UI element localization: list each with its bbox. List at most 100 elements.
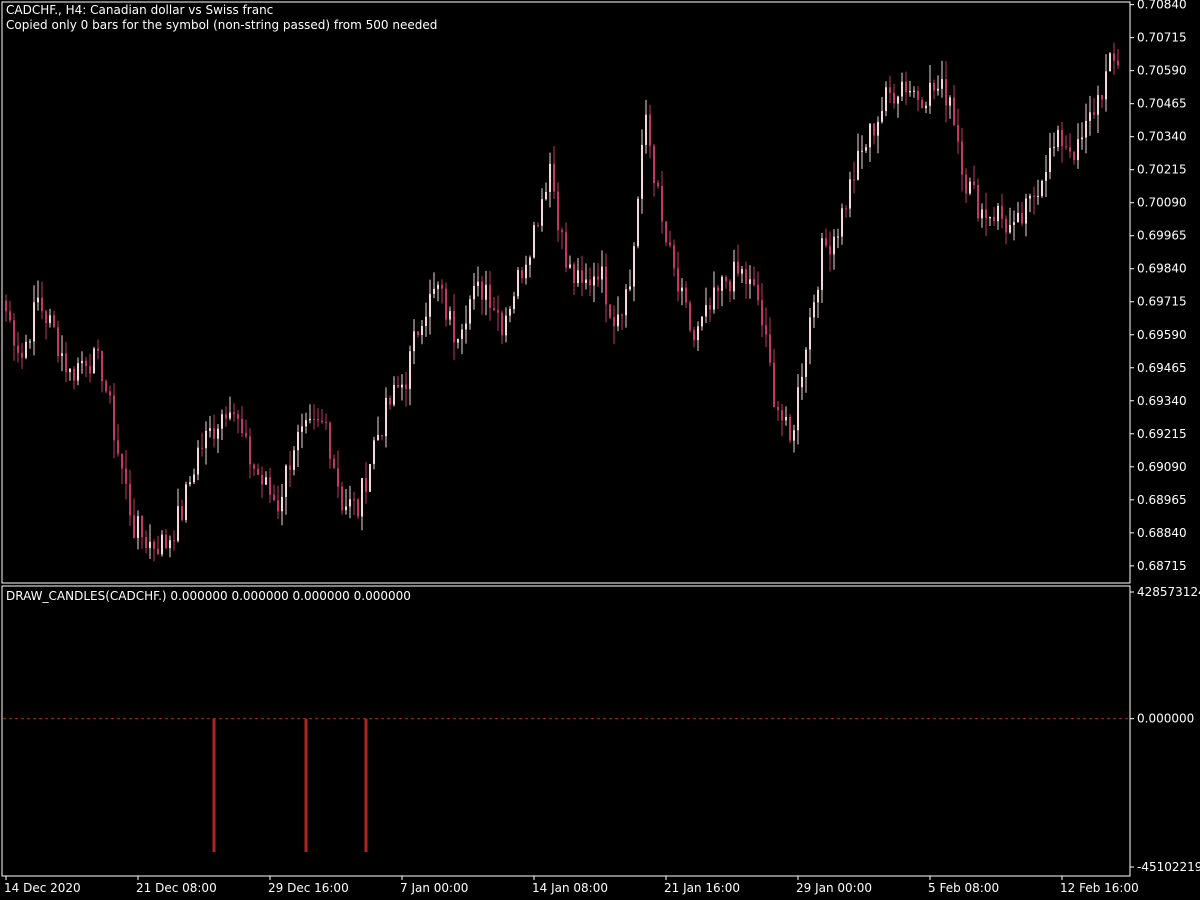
candles-layer (5, 42, 1119, 562)
candle (865, 143, 867, 154)
candle (1105, 54, 1107, 112)
time-tick-label: 29 Dec 16:00 (268, 881, 349, 895)
price-tick-label: 0.70590 (1137, 64, 1187, 78)
candle (101, 350, 103, 393)
price-chart[interactable]: 0.70840 0.70715 0.70590 0.70465 0.70340 0.702… (0, 0, 1200, 900)
candle (453, 294, 455, 361)
symbol-title: CADCHF., H4: Canadian dollar vs Swiss fr… (6, 3, 274, 17)
candle (81, 351, 83, 374)
price-tick-label: 0.69840 (1137, 262, 1187, 276)
candle (825, 228, 827, 248)
candle (17, 331, 19, 363)
price-tick-label: 0.69465 (1137, 361, 1187, 375)
candle (601, 250, 603, 293)
candle (677, 251, 679, 302)
candle (165, 528, 167, 550)
candle (917, 86, 919, 112)
candle (409, 345, 411, 406)
candle (985, 192, 987, 237)
candle (445, 282, 447, 327)
candle (117, 424, 119, 457)
candle (901, 72, 903, 101)
candle (361, 477, 363, 531)
candle (57, 320, 59, 363)
candle (797, 374, 799, 445)
candle (221, 409, 223, 441)
candle (941, 60, 943, 98)
candle (381, 434, 383, 441)
candle (669, 230, 671, 248)
candle (857, 133, 859, 181)
candle (809, 308, 811, 365)
candle (993, 206, 995, 226)
candle (557, 182, 559, 242)
candle (297, 424, 299, 468)
candle (169, 535, 171, 558)
time-tick-label: 14 Jan 08:00 (532, 881, 608, 895)
price-tick-label: 0.69590 (1137, 328, 1187, 342)
indicator-bar (364, 718, 368, 852)
candle (573, 262, 575, 295)
price-tick-label: 0.69215 (1137, 427, 1187, 441)
candle (873, 123, 875, 145)
candle (513, 291, 515, 314)
price-tick-label: 0.68840 (1137, 526, 1187, 540)
candle (197, 440, 199, 481)
indicator-tick-label: 4285731249 (1137, 585, 1200, 599)
candle (713, 271, 715, 314)
candle (209, 415, 211, 438)
indicator-tick-label: -4510221920 (1137, 860, 1200, 874)
candle (537, 222, 539, 228)
candle (389, 395, 391, 410)
candle (33, 285, 35, 356)
time-tick-label: 21 Jan 16:00 (664, 881, 740, 895)
time-tick-label: 21 Dec 08:00 (136, 881, 217, 895)
candle (353, 491, 355, 516)
candle (849, 171, 851, 218)
candle (945, 61, 947, 123)
price-tick-label: 0.70465 (1137, 97, 1187, 111)
candle (673, 239, 675, 277)
indicator-bar (212, 718, 216, 852)
candle (61, 335, 63, 372)
candle (989, 216, 991, 227)
indicator-label: DRAW_CANDLES(CADCHF.) 0.000000 0.000000 … (6, 589, 411, 603)
candle (625, 284, 627, 328)
candle (217, 424, 219, 454)
candle (205, 421, 207, 465)
candle (1017, 201, 1019, 223)
candle (1005, 215, 1007, 245)
candle (1029, 193, 1031, 213)
candle (645, 99, 647, 154)
candle (365, 462, 367, 504)
candle (801, 363, 803, 401)
candle (141, 514, 143, 549)
candle (9, 300, 11, 323)
candle (637, 196, 639, 249)
candle (201, 432, 203, 457)
candle (753, 266, 755, 287)
candle (465, 305, 467, 344)
candle (721, 275, 723, 307)
candle (153, 539, 155, 562)
candle (821, 232, 823, 303)
candle (561, 227, 563, 250)
candle (729, 279, 731, 303)
price-tick-label: 0.68715 (1137, 559, 1187, 573)
candle (233, 403, 235, 422)
candle (705, 287, 707, 323)
candle (717, 284, 719, 309)
candle (185, 481, 187, 523)
candle (737, 244, 739, 277)
candle (285, 464, 287, 515)
candle (37, 280, 39, 311)
candle (1101, 94, 1103, 108)
candle (709, 297, 711, 322)
candle (833, 229, 835, 270)
candle (425, 302, 427, 337)
candle (293, 446, 295, 476)
candle (697, 321, 699, 352)
candle (325, 413, 327, 430)
candle (113, 383, 115, 459)
time-tick-label: 7 Jan 00:00 (400, 881, 468, 895)
